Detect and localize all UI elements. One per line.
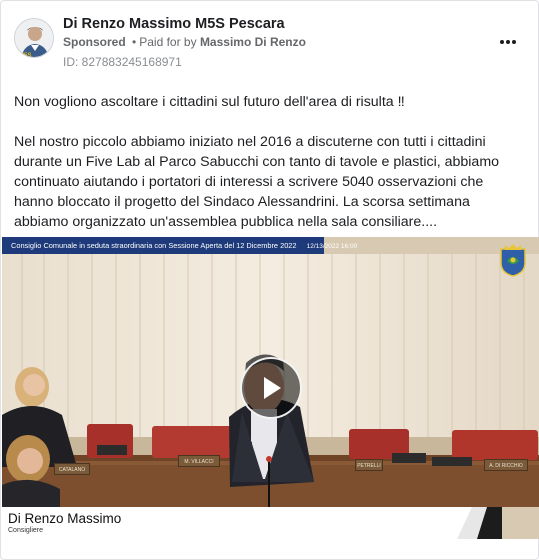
page-name[interactable]: Di Renzo Massimo M5S Pescara [63, 16, 285, 32]
sponsored-line: Sponsored • Paid for by Massimo Di Renzo [63, 35, 306, 49]
ad-id: ID: 827883245168971 [63, 55, 182, 69]
more-options-button[interactable] [497, 32, 519, 52]
post-paragraph: Non vogliono ascoltare i cittadini sul f… [14, 94, 405, 110]
paid-for-name[interactable]: Massimo Di Renzo [200, 35, 306, 49]
post-paragraph: Nel nostro piccolo abbiamo iniziato nel … [14, 134, 500, 230]
nameplate: M. VILLACCI [178, 455, 220, 467]
avatar-portrait-icon: M5S [15, 19, 53, 58]
broadcast-bar: Consiglio Comunale in seduta straordinar… [2, 237, 357, 254]
broadcast-datetime: 12/13/2022 16:00 [306, 243, 358, 250]
video-player[interactable]: CATALANO M. VILLACCI PETRELLI A. DI RICC… [2, 237, 539, 539]
caption-role: Consigliere [8, 527, 44, 534]
caption-name: Di Renzo Massimo [8, 511, 122, 526]
sponsored-label: Sponsored [63, 35, 126, 49]
play-icon [264, 377, 281, 399]
svg-text:M5S: M5S [19, 53, 31, 58]
meta-separator: • [132, 35, 137, 49]
post-text: Non vogliono ascoltare i cittadini sul f… [14, 92, 526, 252]
nameplate: A. DI RICCHIO [484, 459, 528, 471]
paid-for-prefix: Paid for by [139, 35, 197, 49]
page-avatar[interactable]: M5S [14, 18, 54, 58]
lower-third-caption: Di Renzo Massimo Consigliere [2, 507, 502, 539]
more-options-icon [500, 40, 516, 44]
nameplate: CATALANO [54, 463, 90, 475]
ad-card: M5S Di Renzo Massimo M5S Pescara Sponsor… [0, 0, 539, 560]
broadcast-title: Consiglio Comunale in seduta straordinar… [11, 241, 297, 250]
city-emblem-icon [500, 244, 526, 277]
nameplate: PETRELLI [355, 459, 383, 471]
play-button[interactable] [240, 357, 302, 419]
